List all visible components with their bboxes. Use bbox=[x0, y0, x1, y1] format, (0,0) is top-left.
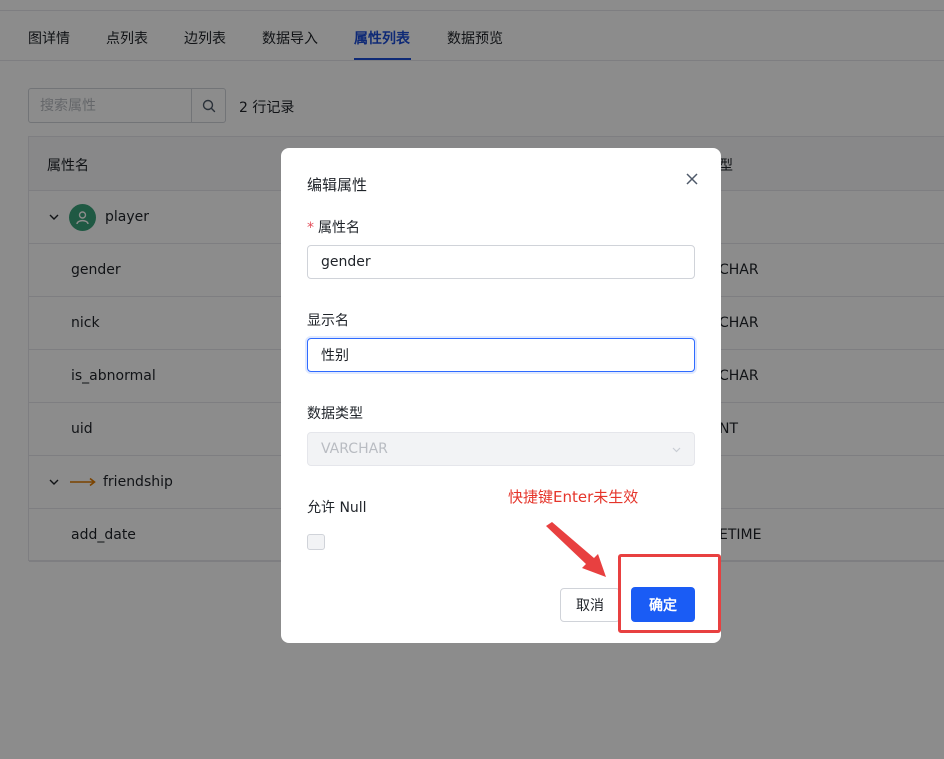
allow-null-label: 允许 Null bbox=[307, 500, 367, 516]
display-name-field bbox=[307, 338, 695, 372]
chevron-down-icon bbox=[672, 447, 681, 453]
data-type-value: VARCHAR bbox=[321, 441, 388, 457]
property-name-input[interactable] bbox=[308, 246, 694, 278]
property-name-field bbox=[307, 245, 695, 279]
display-name-label: 显示名 bbox=[307, 313, 349, 329]
display-name-input[interactable] bbox=[308, 339, 694, 371]
page: 图详情 点列表 边列表 数据导入 属性列表 数据预览 2 行记录 属性名 型 p… bbox=[0, 0, 944, 759]
property-name-label-text: 属性名 bbox=[318, 220, 360, 236]
data-type-select[interactable]: VARCHAR bbox=[307, 432, 695, 466]
annotation-text: 快捷键Enter未生效 bbox=[508, 488, 639, 506]
dialog-title: 编辑属性 bbox=[307, 176, 368, 194]
annotation-highlight-box bbox=[618, 554, 721, 633]
property-name-label: * 属性名 bbox=[307, 217, 360, 237]
cancel-button[interactable]: 取消 bbox=[560, 588, 620, 622]
data-type-label: 数据类型 bbox=[307, 406, 363, 422]
required-mark: * bbox=[307, 220, 314, 236]
allow-null-checkbox[interactable] bbox=[307, 534, 325, 550]
close-icon[interactable] bbox=[683, 170, 701, 188]
annotation-arrow-icon bbox=[546, 522, 606, 577]
